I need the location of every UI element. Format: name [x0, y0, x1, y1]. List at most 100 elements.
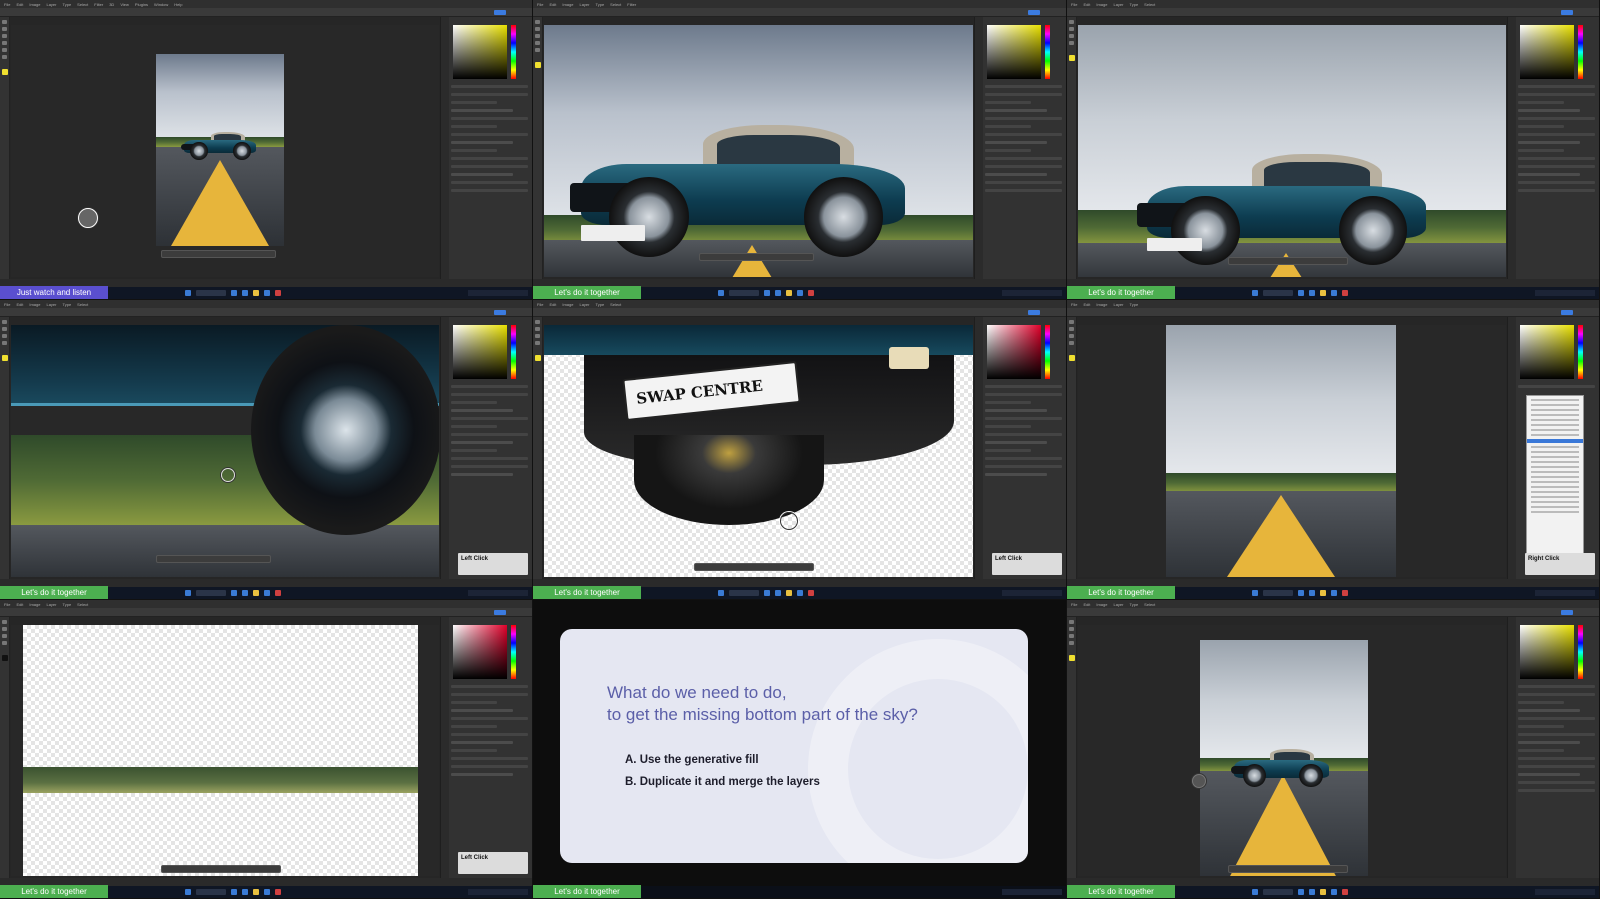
- layer-context-menu[interactable]: [1526, 395, 1584, 565]
- menu-help[interactable]: Help: [174, 2, 182, 7]
- menu-image[interactable]: Image: [29, 2, 40, 7]
- folder-icon[interactable]: [253, 590, 259, 596]
- browser-icon[interactable]: [775, 590, 781, 596]
- menu-image[interactable]: Image: [29, 302, 40, 307]
- photoshop-icon[interactable]: [264, 590, 270, 596]
- hue-slider[interactable]: [1045, 25, 1050, 79]
- photoshop-icon[interactable]: [264, 889, 270, 895]
- menu-bar[interactable]: File Edit Image Layer Type Select: [0, 600, 532, 608]
- task-view-icon[interactable]: [764, 290, 770, 296]
- folder-icon[interactable]: [786, 290, 792, 296]
- menu-plugins[interactable]: Plugins: [135, 2, 148, 7]
- browser-icon[interactable]: [775, 290, 781, 296]
- windows-start-icon[interactable]: [1252, 590, 1258, 596]
- system-tray[interactable]: [1535, 590, 1595, 596]
- menu-edit[interactable]: Edit: [549, 302, 556, 307]
- menu-layer[interactable]: Layer: [579, 302, 589, 307]
- tools-panel[interactable]: [1067, 317, 1077, 579]
- app-icon[interactable]: [808, 290, 814, 296]
- app-icon[interactable]: [275, 889, 281, 895]
- panel-icon-strip[interactable]: [1508, 617, 1516, 878]
- share-button[interactable]: [1561, 310, 1573, 315]
- menu-edit[interactable]: Edit: [549, 2, 556, 7]
- properties-layers-panel[interactable]: [451, 85, 528, 249]
- move-tool-icon[interactable]: [1069, 620, 1074, 624]
- menu-layer[interactable]: Layer: [46, 302, 56, 307]
- panel-icon-strip[interactable]: [441, 617, 449, 878]
- crop-tool-icon[interactable]: [2, 41, 7, 45]
- menu-file[interactable]: File: [4, 602, 10, 607]
- canvas-area[interactable]: [1078, 625, 1506, 876]
- contextual-task-bar[interactable]: [161, 865, 281, 873]
- panel-icon-strip[interactable]: [975, 317, 983, 579]
- menu-filter[interactable]: Filter: [627, 2, 636, 7]
- canvas-area[interactable]: [11, 625, 439, 876]
- foreground-color-swatch[interactable]: [1068, 55, 1075, 61]
- menu-window[interactable]: Window: [154, 2, 168, 7]
- move-tool-icon[interactable]: [1069, 20, 1074, 24]
- menu-file[interactable]: File: [1071, 2, 1077, 7]
- menu-type[interactable]: Type: [1130, 302, 1139, 307]
- menu-type[interactable]: Type: [596, 302, 605, 307]
- properties-layers-panel[interactable]: [451, 685, 528, 848]
- photoshop-icon[interactable]: [1331, 290, 1337, 296]
- eraser-tool-icon[interactable]: [2, 55, 7, 59]
- contextual-task-bar[interactable]: [694, 563, 814, 571]
- canvas-area[interactable]: SWAP CENTRE: [544, 325, 973, 577]
- foreground-color-swatch[interactable]: [1068, 655, 1075, 661]
- folder-icon[interactable]: [1320, 290, 1326, 296]
- tools-panel[interactable]: [1067, 617, 1077, 878]
- crop-tool-icon[interactable]: [1069, 341, 1074, 345]
- menu-edit[interactable]: Edit: [16, 602, 23, 607]
- menu-type[interactable]: Type: [63, 302, 72, 307]
- browser-icon[interactable]: [242, 889, 248, 895]
- share-button[interactable]: [1028, 310, 1040, 315]
- menu-type[interactable]: Type: [1130, 2, 1139, 7]
- app-icon[interactable]: [1342, 889, 1348, 895]
- windows-start-icon[interactable]: [185, 290, 191, 296]
- color-picker-field[interactable]: [453, 25, 507, 79]
- properties-layers-panel[interactable]: [1518, 85, 1595, 249]
- taskbar-search-field[interactable]: [1263, 889, 1293, 895]
- properties-layers-panel[interactable]: [985, 85, 1062, 249]
- system-tray[interactable]: [1535, 889, 1595, 895]
- menu-file[interactable]: File: [4, 302, 10, 307]
- crop-tool-icon[interactable]: [1069, 41, 1074, 45]
- system-tray[interactable]: [1002, 290, 1062, 296]
- task-view-icon[interactable]: [1298, 290, 1304, 296]
- tools-panel[interactable]: [533, 317, 543, 579]
- properties-layers-panel[interactable]: [985, 385, 1062, 549]
- menu-type[interactable]: Type: [596, 2, 605, 7]
- task-view-icon[interactable]: [231, 290, 237, 296]
- menu-image[interactable]: Image: [1096, 302, 1107, 307]
- panel-icon-strip[interactable]: [441, 317, 449, 579]
- menu-3d[interactable]: 3D: [109, 2, 114, 7]
- taskbar-search-field[interactable]: [729, 290, 759, 296]
- crop-tool-icon[interactable]: [535, 41, 540, 45]
- system-tray[interactable]: [468, 590, 528, 596]
- move-tool-icon[interactable]: [535, 320, 540, 324]
- windows-start-icon[interactable]: [718, 590, 724, 596]
- share-button[interactable]: [1028, 10, 1040, 15]
- menu-edit[interactable]: Edit: [1083, 2, 1090, 7]
- tools-panel[interactable]: [0, 617, 10, 878]
- color-picker-field[interactable]: [453, 325, 507, 379]
- task-view-icon[interactable]: [1298, 590, 1304, 596]
- app-icon[interactable]: [275, 590, 281, 596]
- marquee-tool-icon[interactable]: [535, 327, 540, 331]
- menu-image[interactable]: Image: [29, 602, 40, 607]
- color-picker-field[interactable]: [1520, 625, 1574, 679]
- photoshop-icon[interactable]: [264, 290, 270, 296]
- taskbar-search-field[interactable]: [196, 290, 226, 296]
- hue-slider[interactable]: [511, 625, 516, 679]
- lasso-tool-icon[interactable]: [535, 334, 540, 338]
- menu-bar[interactable]: File Edit Image Layer Type: [1067, 300, 1599, 308]
- browser-icon[interactable]: [1309, 290, 1315, 296]
- canvas-area[interactable]: [1078, 25, 1506, 277]
- folder-icon[interactable]: [253, 290, 259, 296]
- crop-tool-icon[interactable]: [2, 641, 7, 645]
- tools-panel[interactable]: [0, 317, 10, 579]
- task-view-icon[interactable]: [764, 590, 770, 596]
- move-tool-icon[interactable]: [2, 320, 7, 324]
- system-tray[interactable]: [1002, 889, 1062, 895]
